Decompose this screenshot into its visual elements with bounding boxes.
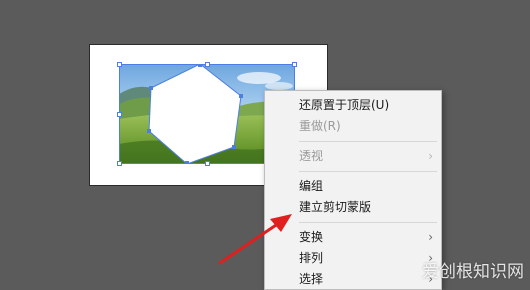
- watermark: 爱创根知识网: [422, 262, 524, 282]
- red-pointer-arrow: [218, 214, 292, 265]
